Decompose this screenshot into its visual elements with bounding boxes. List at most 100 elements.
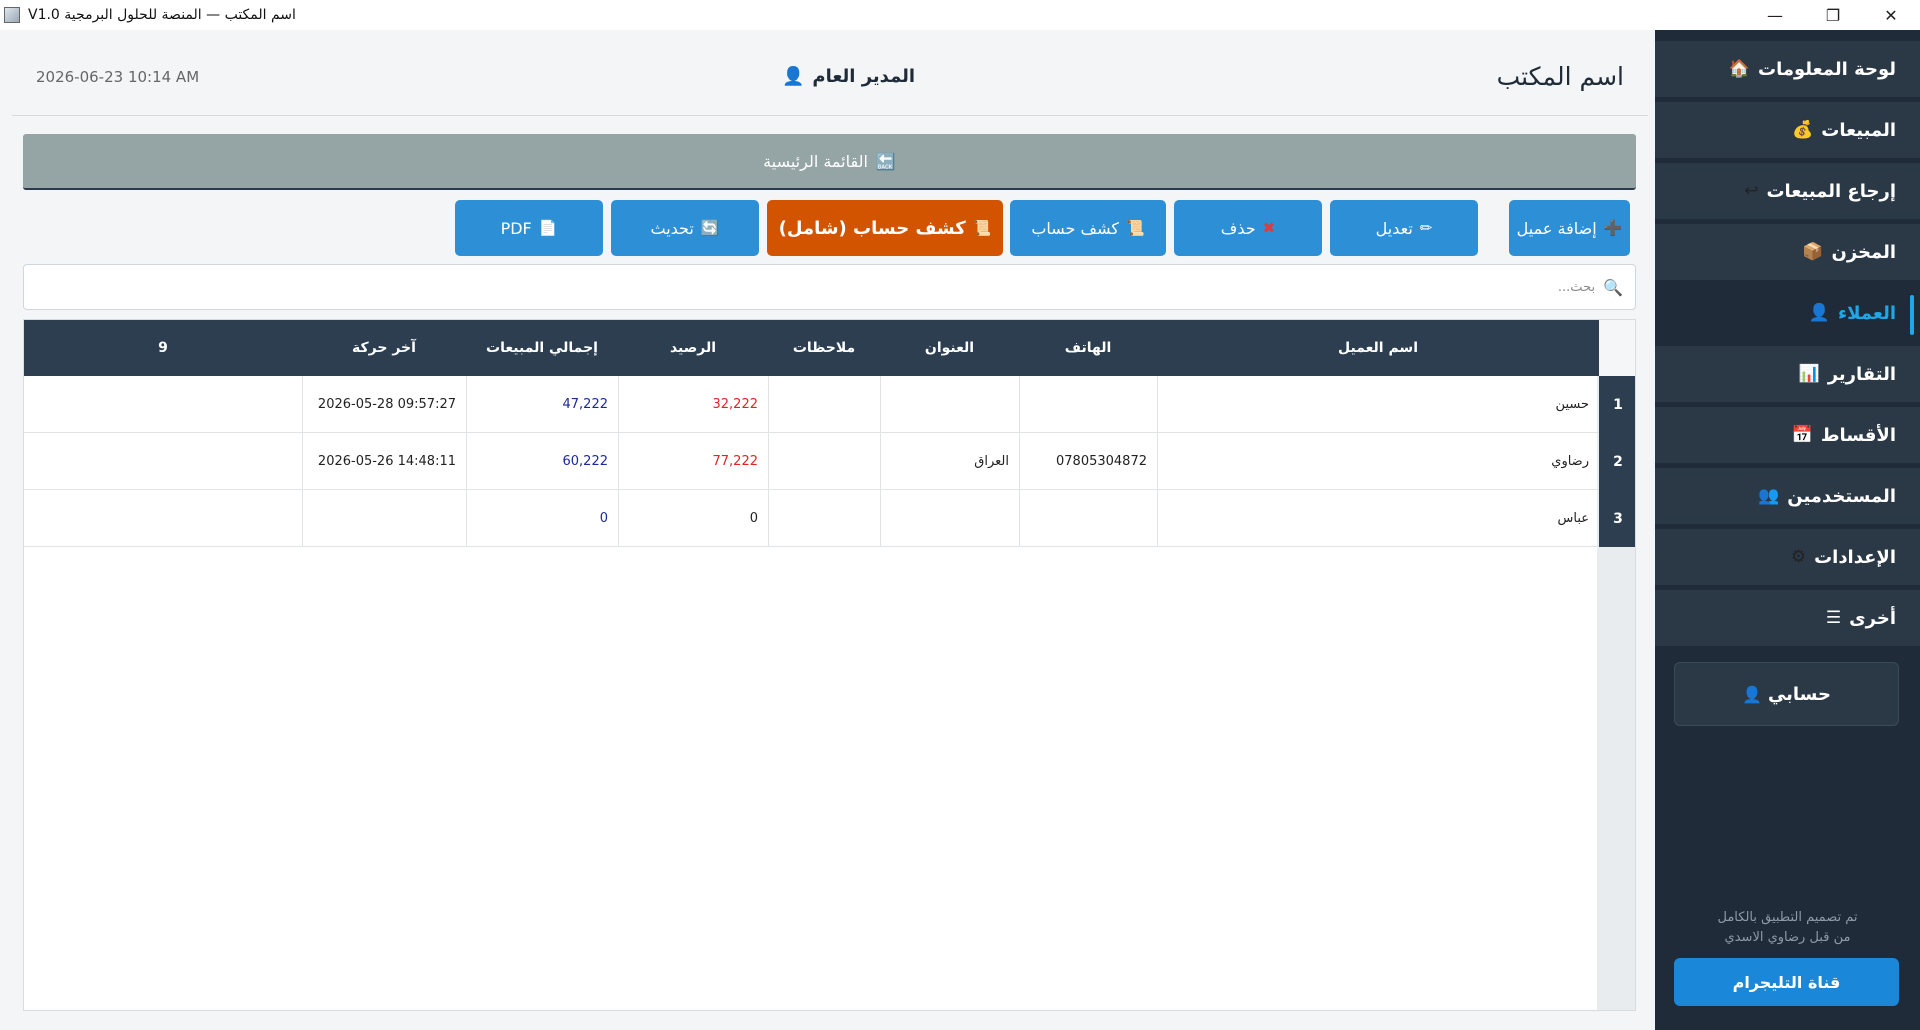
full-statement-label: كشف حساب (شامل): [778, 217, 966, 239]
sidebar-item-customers[interactable]: العملاء 👤: [1655, 285, 1920, 341]
refresh-icon: 🔄: [700, 219, 720, 237]
menu-icon: ☰: [1825, 608, 1842, 628]
cell-phone: [1019, 376, 1157, 433]
app-icon: [4, 7, 20, 23]
sidebar-item-label: المبيعات: [1821, 119, 1896, 141]
close-icon[interactable]: ✕: [1862, 0, 1920, 30]
minimize-icon[interactable]: —: [1746, 0, 1804, 30]
pencil-icon: ✏: [1419, 219, 1433, 237]
cell-name: عباس: [1157, 490, 1599, 547]
cell-name: حسين: [1157, 376, 1599, 433]
delete-label: حذف: [1220, 218, 1256, 238]
pdf-button[interactable]: 📄 PDF: [455, 200, 603, 256]
credit-line-1: تم تصميم التطبيق بالكامل: [1717, 910, 1858, 925]
cell-balance: 32,222: [618, 376, 768, 433]
column-header-phone[interactable]: الهاتف: [1019, 320, 1157, 376]
column-header-name[interactable]: اسم العميل: [1157, 320, 1599, 376]
plus-icon: ➕: [1603, 219, 1623, 237]
telegram-channel-button[interactable]: قناة التليجرام: [1674, 958, 1899, 1006]
my-account-button[interactable]: حسابي 👤: [1674, 662, 1899, 726]
account-statement-button[interactable]: 📜 كشف حساب: [1010, 200, 1166, 256]
sidebar: لوحة المعلومات 🏠 المبيعات 💰 إرجاع المبيع…: [1655, 30, 1920, 1030]
table-header: اسم العميل الهاتف العنوان ملاحظات الرصيد…: [24, 320, 1635, 376]
datetime-display: 2026-06-23 10:14 AM: [36, 68, 200, 86]
search-icon: 🔍: [1603, 277, 1623, 297]
cell-notes: [768, 490, 880, 547]
window-title: V1.0 اسم المكتب — المنصة للحلول البرمجية: [28, 7, 296, 23]
header-corner: [1599, 320, 1635, 376]
cell-last-activity: 2026-05-26 14:48:11: [302, 433, 466, 490]
table-row[interactable]: 2 رضاوي 07805304872 العراق 77,222 60,222…: [24, 433, 1635, 490]
sidebar-item-dashboard[interactable]: لوحة المعلومات 🏠: [1655, 41, 1920, 97]
column-header-total-sales[interactable]: إجمالي المبيعات: [466, 320, 618, 376]
document-icon: 📄: [538, 219, 558, 237]
scroll-icon: 📜: [972, 219, 992, 237]
sidebar-item-other[interactable]: أخرى ☰: [1655, 590, 1920, 646]
refresh-button[interactable]: 🔄 تحديث: [611, 200, 759, 256]
column-header-balance[interactable]: الرصيد: [618, 320, 768, 376]
scroll-icon: 📜: [1125, 219, 1145, 237]
my-account-label: حسابي: [1767, 683, 1831, 705]
cell-notes: [768, 376, 880, 433]
sidebar-item-label: إرجاع المبيعات: [1766, 180, 1896, 202]
search-box: 🔍: [23, 264, 1636, 310]
sidebar-item-sales[interactable]: المبيعات 💰: [1655, 102, 1920, 158]
window-controls: — ❐ ✕: [1746, 0, 1920, 30]
cell-total-sales: 0: [466, 490, 618, 547]
users-icon: 👥: [1758, 486, 1780, 506]
pdf-label: PDF: [500, 218, 532, 238]
row-number: 1: [1599, 376, 1635, 433]
refresh-label: تحديث: [650, 218, 694, 238]
delete-button[interactable]: ✖ حذف: [1174, 200, 1322, 256]
office-name: اسم المكتب: [1496, 62, 1624, 91]
row-number: 3: [1599, 490, 1635, 547]
cell-last-activity: [302, 490, 466, 547]
page-header: اسم المكتب المدير العام 👤 2026-06-23 10:…: [12, 30, 1648, 116]
sidebar-item-label: العملاء: [1837, 302, 1896, 324]
credit-text: تم تصميم التطبيق بالكامل من قبل رضاوي ال…: [1655, 908, 1920, 948]
sidebar-item-label: المخزن: [1831, 241, 1896, 263]
credit-line-2: من قبل رضاوي الاسدي: [1724, 930, 1851, 945]
cell-total-sales: 60,222: [466, 433, 618, 490]
user-icon: 👤: [1808, 303, 1830, 323]
sidebar-item-label: لوحة المعلومات: [1758, 58, 1896, 80]
column-header-address[interactable]: العنوان: [880, 320, 1019, 376]
home-icon: 🏠: [1728, 59, 1751, 79]
sidebar-item-label: الإعدادات: [1814, 546, 1896, 568]
calendar-icon: 📅: [1791, 425, 1813, 445]
window-titlebar: V1.0 اسم المكتب — المنصة للحلول البرمجية…: [0, 0, 1920, 30]
maximize-icon[interactable]: ❐: [1804, 0, 1862, 30]
sidebar-item-label: الأقساط: [1820, 424, 1896, 446]
edit-button[interactable]: ✏ تعديل: [1330, 200, 1478, 256]
account-statement-label: كشف حساب: [1031, 218, 1119, 238]
sidebar-item-users[interactable]: المستخدمين 👥: [1655, 468, 1920, 524]
current-user: المدير العام 👤: [782, 66, 915, 87]
column-header-count[interactable]: 9: [24, 320, 302, 376]
gear-icon: ⚙: [1790, 547, 1807, 567]
sidebar-item-settings[interactable]: الإعدادات ⚙: [1655, 529, 1920, 585]
cell-last-activity: 2026-05-28 09:57:27: [302, 376, 466, 433]
user-icon: 👤: [1742, 684, 1762, 704]
sidebar-item-warehouse[interactable]: المخزن 📦: [1655, 224, 1920, 280]
sidebar-item-label: المستخدمين: [1787, 485, 1896, 507]
column-header-last-activity[interactable]: آخر حركة: [302, 320, 466, 376]
add-customer-button[interactable]: ➕ إضافة عميل: [1509, 200, 1630, 256]
box-icon: 📦: [1802, 242, 1824, 262]
cell-phone: 07805304872: [1019, 433, 1157, 490]
table-row[interactable]: 3 عباس 0 0: [24, 490, 1635, 547]
table-row[interactable]: 1 حسين 32,222 47,222 2026-05-28 09:57:27: [24, 376, 1635, 433]
bar-chart-icon: 📊: [1798, 364, 1820, 384]
user-icon: 👤: [782, 66, 805, 87]
cell-total-sales: 47,222: [466, 376, 618, 433]
return-icon: ↩: [1744, 181, 1759, 201]
full-statement-button[interactable]: 📜 كشف حساب (شامل): [767, 200, 1003, 256]
main-menu-button[interactable]: 🔙 القائمة الرئيسية: [23, 134, 1636, 190]
sidebar-item-sales-returns[interactable]: إرجاع المبيعات ↩: [1655, 163, 1920, 219]
cell-balance: 77,222: [618, 433, 768, 490]
sidebar-item-installments[interactable]: الأقساط 📅: [1655, 407, 1920, 463]
sidebar-item-reports[interactable]: التقارير 📊: [1655, 346, 1920, 402]
search-input[interactable]: [995, 279, 1596, 295]
manager-label: المدير العام: [812, 66, 916, 87]
cell-balance: 0: [618, 490, 768, 547]
column-header-notes[interactable]: ملاحظات: [768, 320, 880, 376]
